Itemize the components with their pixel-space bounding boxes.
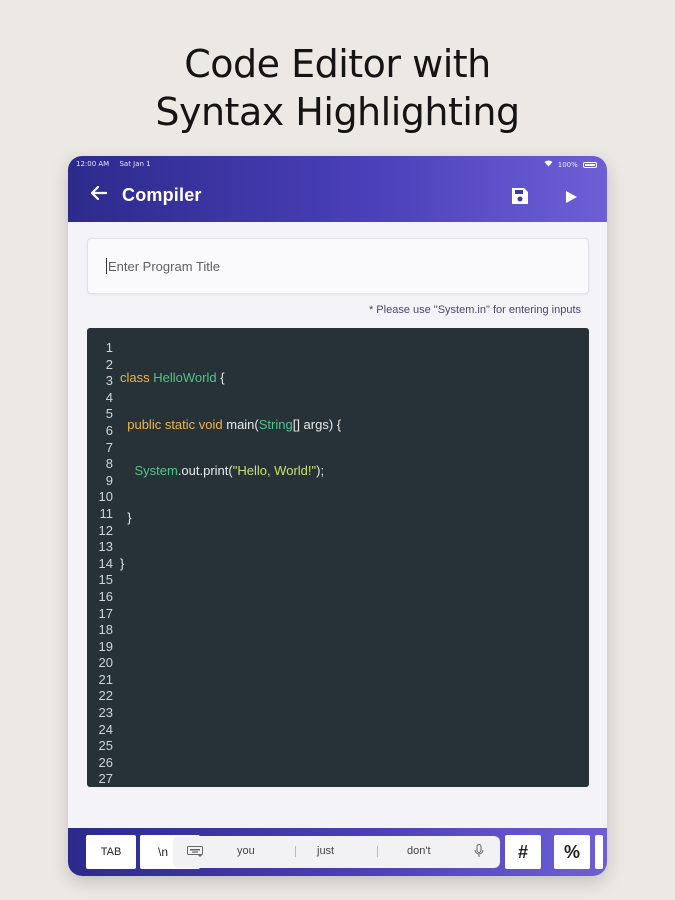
hash-key[interactable]: # bbox=[505, 835, 541, 869]
line-number: 20 bbox=[98, 655, 113, 671]
tab-key[interactable]: TAB bbox=[86, 835, 136, 869]
wifi-icon bbox=[544, 160, 553, 169]
line-number: 3 bbox=[105, 373, 113, 389]
symbol-keys-bar: TAB \n you just don't # % bbox=[68, 828, 607, 876]
code-area[interactable]: class HelloWorld { public static void ma… bbox=[120, 340, 341, 603]
status-time: 12:00 AM bbox=[76, 160, 110, 168]
line-number: 10 bbox=[98, 489, 113, 505]
program-title-input[interactable] bbox=[87, 238, 589, 294]
line-number: 4 bbox=[105, 389, 113, 405]
line-number: 25 bbox=[98, 738, 113, 754]
line-number: 19 bbox=[98, 638, 113, 654]
line-number: 27 bbox=[98, 771, 113, 787]
suggestion-word[interactable]: just bbox=[317, 845, 334, 857]
code-line-1: class HelloWorld { bbox=[120, 370, 225, 385]
line-number: 8 bbox=[105, 456, 113, 472]
code-line-3: System.out.print("Hello, World!"); bbox=[134, 463, 325, 479]
line-number: 11 bbox=[99, 505, 114, 521]
line-number: 16 bbox=[98, 588, 113, 604]
suggestion-word[interactable]: don't bbox=[407, 845, 431, 857]
line-number: 21 bbox=[98, 671, 113, 687]
line-number: 24 bbox=[98, 721, 113, 737]
suggestion-divider bbox=[377, 846, 378, 857]
floppy-save-icon[interactable] bbox=[511, 187, 529, 205]
code-line-5: } bbox=[120, 556, 125, 572]
keyboard-icon[interactable] bbox=[187, 846, 203, 857]
line-number: 22 bbox=[98, 688, 113, 704]
input-hint-text: * Please use "System.in" for entering in… bbox=[368, 304, 581, 316]
promo-headline-line1: Code Editor with bbox=[184, 42, 491, 86]
percent-key[interactable]: % bbox=[554, 835, 590, 869]
promo-headline: Code Editor with Syntax Highlighting bbox=[0, 40, 675, 136]
text-caret bbox=[106, 258, 107, 274]
line-number: 23 bbox=[98, 705, 113, 721]
tablet-screen: 12:00 AM Sat Jan 1 100% Compiler Enter P… bbox=[68, 156, 607, 876]
line-number: 26 bbox=[98, 754, 113, 770]
line-number: 14 bbox=[98, 555, 113, 571]
line-number-gutter: 1 2 3 4 5 6 7 8 9 10 11 12 13 14 15 16 17 18 19 20 21 22 23 24 2… bbox=[87, 340, 113, 787]
arrow-back-icon[interactable] bbox=[88, 182, 110, 204]
play-icon[interactable] bbox=[564, 189, 578, 203]
line-number: 17 bbox=[98, 605, 113, 621]
more-keys-edge[interactable] bbox=[595, 835, 603, 869]
code-editor[interactable]: 1 2 3 4 5 6 7 8 9 10 11 12 13 14 15 16 17 18 19 20 21 22 23 24 2… bbox=[87, 328, 589, 787]
line-number: 2 bbox=[105, 356, 113, 372]
line-number: 1 bbox=[105, 340, 113, 355]
suggestion-word[interactable]: you bbox=[237, 845, 255, 857]
battery-icon bbox=[583, 162, 597, 168]
line-number: 9 bbox=[105, 472, 113, 488]
code-line-2: public static void main(String[] args) { bbox=[127, 416, 342, 432]
status-bar: 12:00 AM Sat Jan 1 100% bbox=[76, 158, 597, 170]
status-date: Sat Jan 1 bbox=[119, 160, 151, 168]
microphone-icon[interactable] bbox=[474, 844, 484, 859]
line-number: 7 bbox=[105, 439, 113, 455]
status-battery-percent: 100% bbox=[557, 161, 578, 169]
suggestion-divider bbox=[295, 846, 296, 857]
line-number: 18 bbox=[98, 622, 113, 638]
code-line-4: } bbox=[120, 509, 132, 525]
line-number: 6 bbox=[105, 422, 113, 438]
line-number: 15 bbox=[98, 572, 113, 588]
keyboard-suggestion-bar: you just don't bbox=[173, 836, 500, 868]
page-title: Compiler bbox=[122, 185, 202, 205]
line-number: 5 bbox=[105, 406, 113, 422]
line-number: 12 bbox=[98, 522, 113, 538]
promo-headline-line2: Syntax Highlighting bbox=[155, 90, 520, 134]
app-bar: 12:00 AM Sat Jan 1 100% Compiler bbox=[68, 156, 607, 222]
line-number: 13 bbox=[98, 539, 113, 555]
